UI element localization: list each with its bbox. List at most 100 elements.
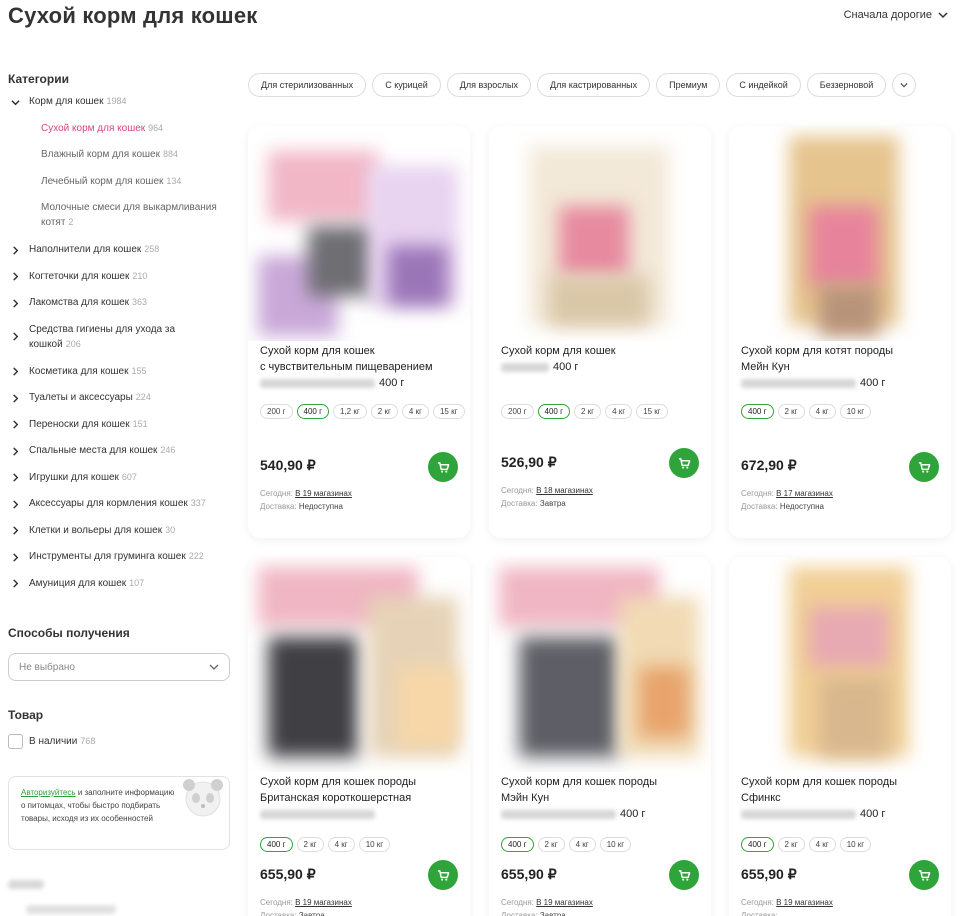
in-stock-checkbox[interactable]: В наличии 768 (8, 734, 95, 749)
product-name-part: Сухой корм для кошек породы (501, 776, 658, 788)
chevron-right-icon (8, 577, 22, 591)
weight-option[interactable]: 2 кг (296, 837, 324, 852)
product-name[interactable]: Сухой корм для кошек породы Британская ко… (260, 774, 466, 822)
stores-link[interactable]: В 19 магазинах (776, 898, 833, 907)
weight-option[interactable]: 15 кг (636, 404, 668, 419)
product-name-part: Мейн Кун (741, 361, 790, 373)
stores-link[interactable]: В 19 магазинах (536, 898, 593, 907)
product-image[interactable] (248, 557, 470, 772)
product-name[interactable]: Сухой корм для кошек с чувствительным пищ… (260, 343, 466, 391)
product-image[interactable] (248, 126, 470, 341)
product-card[interactable]: Сухой корм для кошек 400 г 200 г 400 г 2 кг 4… (489, 126, 711, 538)
weight-option[interactable]: 15 кг (432, 404, 465, 419)
weight-option[interactable]: 4 кг (568, 837, 596, 852)
stores-link[interactable]: В 17 магазинах (776, 489, 833, 498)
delivery-select[interactable]: Не выбрано (8, 653, 230, 681)
weight-option[interactable]: 2 кг (574, 404, 602, 419)
availability-info: Сегодня: В 19 магазинах Доставка: Завтра (501, 896, 593, 916)
weight-option[interactable]: 2 кг (370, 404, 398, 419)
weight-option[interactable]: 400 г (537, 404, 570, 419)
add-to-cart-button[interactable] (909, 452, 939, 482)
weight-option[interactable]: 400 г (741, 404, 774, 419)
category-item[interactable]: Косметика для кошек 155 (8, 364, 230, 391)
checkbox-icon[interactable] (8, 734, 23, 749)
filter-chip[interactable]: С курицей (372, 73, 441, 97)
filter-chip[interactable]: С индейкой (726, 73, 801, 97)
category-item[interactable]: Игрушки для кошек 607 (8, 470, 230, 497)
add-to-cart-button[interactable] (909, 860, 939, 890)
weight-option[interactable]: 10 кг (839, 837, 872, 852)
weight-option[interactable]: 2 кг (777, 837, 805, 852)
product-card[interactable]: Сухой корм для кошек породы Британская ко… (248, 557, 470, 916)
category-item[interactable]: Средства гигиены для ухода за кошкой 206 (8, 322, 230, 364)
category-item[interactable]: Туалеты и аксессуары 224 (8, 390, 230, 417)
category-item[interactable]: Амуниция для кошек 107 (8, 576, 230, 603)
weight-option[interactable]: 4 кг (808, 837, 836, 852)
login-link[interactable]: Авторизуйтесь (21, 788, 76, 797)
category-item[interactable]: Переноски для кошек 151 (8, 417, 230, 444)
weight-option[interactable]: 10 кг (599, 837, 632, 852)
category-item[interactable]: Лакомства для кошек 363 (8, 295, 230, 322)
subcategory-item[interactable]: Лечебный корм для кошек 134 (8, 174, 230, 201)
blurred-brand (260, 809, 375, 819)
weight-option[interactable]: 2 кг (777, 404, 805, 419)
weight-option[interactable]: 4 кг (327, 837, 355, 852)
product-price: 526,90 ₽ (501, 454, 557, 470)
availability-info: Сегодня: В 18 магазинах Доставка: Завтра (501, 484, 593, 510)
category-label: Клетки и вольеры для кошек (29, 524, 163, 536)
in-stock-label: В наличии (29, 736, 78, 747)
category-item[interactable]: Спальные места для кошек 246 (8, 443, 230, 470)
category-item[interactable]: Инструменты для груминга кошек 222 (8, 549, 230, 576)
product-card[interactable]: Сухой корм для котят породы Мейн Кун 400 г… (729, 126, 951, 538)
product-card[interactable]: Сухой корм для кошек с чувствительным пищ… (248, 126, 470, 538)
stores-link[interactable]: В 18 магазинах (536, 486, 593, 495)
category-label: Наполнители для кошек (29, 244, 142, 255)
category-item[interactable]: Аксессуары для кормления кошек 337 (8, 496, 230, 523)
filter-chip[interactable]: Для взрослых (446, 73, 532, 97)
weight-option[interactable]: 10 кг (839, 404, 872, 419)
product-image[interactable] (729, 557, 951, 772)
weight-option[interactable]: 4 кг (401, 404, 429, 419)
product-image[interactable] (489, 557, 711, 772)
filter-chip[interactable]: Для стерилизованных (248, 73, 367, 97)
filter-chip[interactable]: Беззерновой (806, 73, 887, 97)
add-to-cart-button[interactable] (669, 860, 699, 890)
stores-link[interactable]: В 19 магазинах (295, 898, 352, 907)
weight-option[interactable]: 200 г (260, 404, 293, 419)
weight-option[interactable]: 1,2 кг (333, 404, 367, 419)
product-name[interactable]: Сухой корм для кошек 400 г (501, 343, 707, 375)
weight-option[interactable]: 400 г (741, 837, 774, 852)
sort-dropdown[interactable]: Сначала дорогие (844, 9, 948, 21)
weight-option[interactable]: 400 г (296, 404, 329, 419)
subcategory-item[interactable]: Влажный корм для кошек 884 (8, 147, 230, 174)
category-item[interactable]: Клетки и вольеры для кошек 30 (8, 523, 230, 550)
add-to-cart-button[interactable] (428, 860, 458, 890)
subcategory-item[interactable]: Сухой корм для кошек 964 (8, 121, 230, 148)
chips-expand-button[interactable] (892, 73, 917, 97)
product-card[interactable]: Сухой корм для кошек породы Мэйн Кун 400 г… (489, 557, 711, 916)
add-to-cart-button[interactable] (428, 452, 458, 482)
stores-link[interactable]: В 19 магазинах (295, 489, 352, 498)
weight-option[interactable]: 4 кг (605, 404, 633, 419)
category-item[interactable]: Когтеточки для кошек 210 (8, 269, 230, 296)
product-name[interactable]: Сухой корм для кошек породы Мэйн Кун 400 г (501, 774, 707, 822)
product-card[interactable]: Сухой корм для кошек породы Сфинкс 400 г 40… (729, 557, 951, 916)
weight-option[interactable]: 200 г (501, 404, 534, 419)
category-list: Наполнители для кошек 258 Когтеточки для к… (8, 242, 230, 602)
weight-option[interactable]: 400 г (260, 837, 293, 852)
product-name[interactable]: Сухой корм для кошек породы Сфинкс 400 г (741, 774, 947, 822)
filter-chip[interactable]: Для кастрированных (537, 73, 651, 97)
category-cat-food[interactable]: Корм для кошек 1984 (8, 94, 230, 121)
add-to-cart-button[interactable] (669, 448, 699, 478)
weight-option[interactable]: 10 кг (358, 837, 391, 852)
weight-option[interactable]: 4 кг (808, 404, 836, 419)
weight-option[interactable]: 400 г (501, 837, 534, 852)
product-image[interactable] (489, 126, 711, 341)
category-item[interactable]: Наполнители для кошек 258 (8, 242, 230, 269)
filter-chip[interactable]: Премиум (656, 73, 721, 97)
category-label: Косметика для кошек (29, 365, 129, 377)
subcategory-item[interactable]: Молочные смеси для выкармливания котят 2 (8, 200, 230, 242)
weight-option[interactable]: 2 кг (537, 837, 565, 852)
product-image[interactable] (729, 126, 951, 341)
product-name[interactable]: Сухой корм для котят породы Мейн Кун 400 г (741, 343, 947, 391)
